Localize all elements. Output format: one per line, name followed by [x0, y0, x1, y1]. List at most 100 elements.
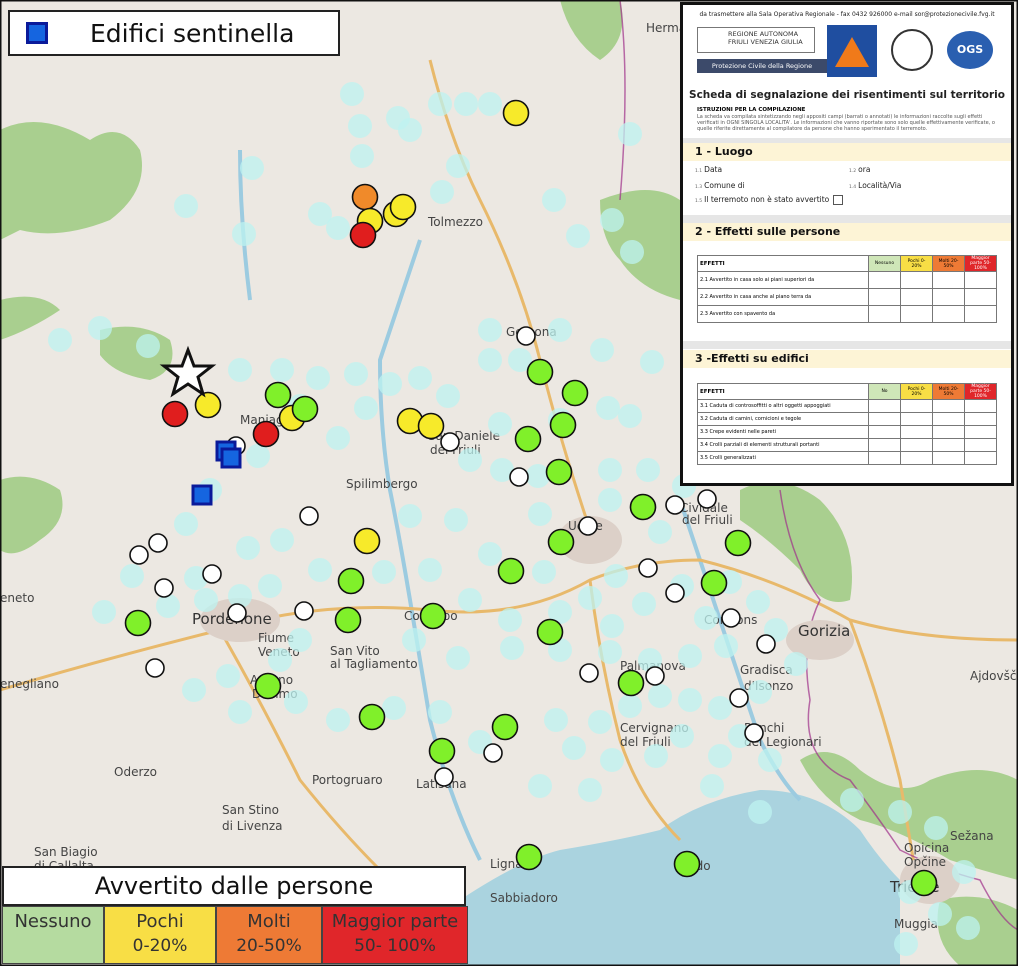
- felt-report-marker-pochi: [194, 391, 222, 419]
- faint-report-marker: [236, 536, 260, 560]
- section-divider: [683, 341, 1011, 349]
- faint-report-marker: [458, 448, 482, 472]
- place-label: di Livenza: [222, 819, 283, 833]
- faint-report-marker: [402, 628, 426, 652]
- faint-report-marker: [326, 426, 350, 450]
- cell[interactable]: [900, 425, 933, 439]
- cell[interactable]: [932, 305, 965, 323]
- felt-report-marker-nessuno: [254, 672, 282, 700]
- felt-report-marker-nessuno: [629, 493, 657, 521]
- cell[interactable]: [964, 438, 997, 452]
- cell[interactable]: [868, 425, 901, 439]
- cell[interactable]: [900, 451, 933, 465]
- cell[interactable]: [932, 271, 965, 289]
- field-num: 1.4: [849, 185, 857, 190]
- table-persone: EFFETTI Nessuno Pochi 0-20% Molti 20-50%…: [697, 255, 997, 323]
- cell[interactable]: [964, 412, 997, 426]
- felt-report-marker-nessuno: [291, 395, 319, 423]
- felt-legend-title: Avvertito dalle persone: [2, 866, 466, 906]
- cell[interactable]: [932, 288, 965, 306]
- cell[interactable]: [868, 438, 901, 452]
- cell[interactable]: [932, 412, 965, 426]
- felt-report-marker-not-felt: [154, 578, 174, 598]
- cell[interactable]: [900, 399, 933, 413]
- civil-protection-logo-icon: [827, 25, 877, 77]
- cell[interactable]: [964, 305, 997, 323]
- row-label: 3.1 Caduta di controsoffitti o altri ogg…: [697, 399, 869, 413]
- faint-report-marker: [640, 350, 664, 374]
- cell[interactable]: [868, 305, 901, 323]
- cell[interactable]: [964, 451, 997, 465]
- felt-report-marker-not-felt: [665, 495, 685, 515]
- field-num: 1.1: [695, 169, 703, 174]
- table-row: 2.3 Avvertito con spavento da: [697, 305, 997, 323]
- th-nessuno: Nessuno: [868, 255, 901, 272]
- cell[interactable]: [900, 412, 933, 426]
- cell[interactable]: [868, 412, 901, 426]
- cell[interactable]: [868, 288, 901, 306]
- th-pochi: Pochi 0-20%: [900, 383, 933, 400]
- felt-report-marker-not-felt: [729, 688, 749, 708]
- row-label: 2.2 Avvertito in casa anche al piano ter…: [697, 288, 869, 306]
- faint-report-marker: [174, 194, 198, 218]
- felt-report-marker-not-felt: [516, 326, 536, 346]
- felt-report-marker-nessuno: [545, 458, 573, 486]
- cell[interactable]: [932, 399, 965, 413]
- cell[interactable]: [964, 271, 997, 289]
- cell[interactable]: [868, 451, 901, 465]
- faint-report-marker: [136, 334, 160, 358]
- place-label: del Friuli: [682, 513, 733, 527]
- th-effetti: EFFETTI: [697, 383, 869, 400]
- faint-report-marker: [398, 118, 422, 142]
- felt-report-marker-not-felt: [579, 663, 599, 683]
- faint-report-marker: [678, 644, 702, 668]
- faint-report-marker: [956, 916, 980, 940]
- felt-report-marker-not-felt: [665, 583, 685, 603]
- place-label: Tolmezzo: [427, 215, 483, 229]
- felt-report-marker-maggior: [349, 221, 377, 249]
- felt-report-marker-maggior: [161, 400, 189, 428]
- faint-report-marker: [644, 744, 668, 768]
- row-label: 2.3 Avvertito con spavento da: [697, 305, 869, 323]
- faint-report-marker: [598, 640, 622, 664]
- cell[interactable]: [964, 425, 997, 439]
- legend-cell-pochi: Pochi 0-20%: [104, 906, 216, 964]
- faint-report-marker: [308, 558, 332, 582]
- faint-report-marker: [708, 744, 732, 768]
- cell[interactable]: [868, 271, 901, 289]
- cell[interactable]: [868, 399, 901, 413]
- cell[interactable]: [900, 438, 933, 452]
- sentinel-legend: Edifici sentinella: [8, 10, 340, 56]
- cell[interactable]: [932, 438, 965, 452]
- felt-report-marker-nessuno: [724, 529, 752, 557]
- cell[interactable]: [932, 425, 965, 439]
- cell[interactable]: [932, 451, 965, 465]
- faint-report-marker: [548, 318, 572, 342]
- faint-report-marker: [378, 372, 402, 396]
- checkbox[interactable]: [833, 195, 844, 205]
- felt-report-marker-pochi: [353, 527, 381, 555]
- cell[interactable]: [964, 399, 997, 413]
- faint-report-marker: [182, 678, 206, 702]
- sentinel-building-marker: [191, 484, 213, 506]
- faint-report-marker: [174, 512, 198, 536]
- cell[interactable]: [900, 271, 933, 289]
- faint-report-marker: [340, 82, 364, 106]
- cell[interactable]: [900, 288, 933, 306]
- table-row: 2.1 Avvertito in casa solo ai piani supe…: [697, 271, 997, 289]
- table-row: 3.1 Caduta di controsoffitti o altri ogg…: [697, 399, 997, 413]
- place-label: Opicina: [904, 841, 949, 855]
- legend-cell-maggior: Maggior parte 50- 100%: [322, 906, 468, 964]
- table-header-row: EFFETTI No Pochi 0-20% Molti 20-50% Magg…: [697, 383, 997, 400]
- cell[interactable]: [900, 305, 933, 323]
- felt-report-marker-nessuno: [419, 602, 447, 630]
- faint-report-marker: [258, 574, 282, 598]
- row-label: 2.1 Avvertito in casa solo ai piani supe…: [697, 271, 869, 289]
- th-molti: Molti 20-50%: [932, 383, 965, 400]
- cell[interactable]: [964, 288, 997, 306]
- sentinel-square-icon: [26, 22, 48, 44]
- faint-report-marker: [270, 528, 294, 552]
- felt-report-marker-not-felt: [299, 506, 319, 526]
- faint-report-marker: [344, 362, 368, 386]
- faint-report-marker: [708, 696, 732, 720]
